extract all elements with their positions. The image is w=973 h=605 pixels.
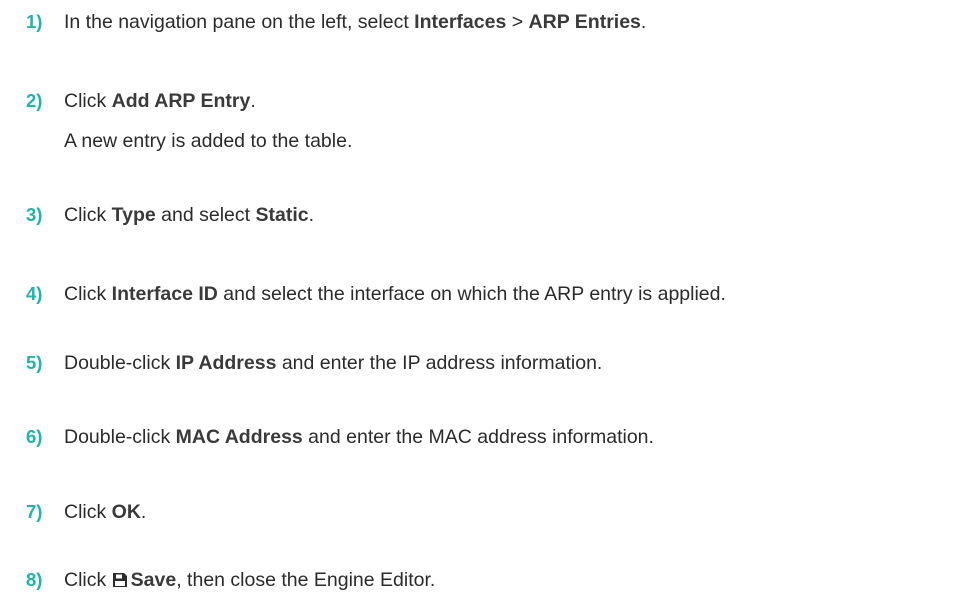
- step-text-part: , then close the Engine Editor.: [176, 569, 436, 591]
- step-number: 8): [26, 569, 43, 590]
- step-text-part: Click: [64, 204, 112, 226]
- step-text: Click Save, then close the Engine Editor…: [64, 568, 435, 592]
- step-number: 4): [26, 283, 43, 304]
- ui-term-save: Save: [130, 569, 177, 591]
- step-text-part: Double-click: [64, 426, 176, 448]
- ui-term-type: Type: [111, 204, 156, 226]
- step-text-part: .: [308, 204, 315, 226]
- step-number: 1): [26, 11, 43, 32]
- step-text-part: In the navigation pane on the left, sele…: [64, 11, 415, 33]
- ui-term-interfaces: Interfaces: [414, 11, 507, 33]
- step-text: Click Interface ID and select the interf…: [64, 282, 726, 306]
- step-text-part: .: [640, 11, 647, 33]
- step-text: Click OK.: [64, 500, 146, 524]
- step-number: 2): [26, 90, 43, 111]
- step-text-part: Click: [64, 501, 112, 523]
- step-text: Click Add ARP Entry. A new entry is adde…: [64, 89, 352, 153]
- ui-term-static: Static: [255, 204, 309, 226]
- step-number: 6): [26, 426, 43, 447]
- step-text-part: and select: [155, 204, 256, 226]
- step-number: 7): [26, 501, 43, 522]
- step-text-part: Double-click: [64, 352, 176, 374]
- step-text-part: >: [506, 11, 529, 33]
- step-text-part: and enter the MAC address information.: [302, 426, 654, 448]
- step-text-part: Click: [64, 569, 112, 591]
- step-result: A new entry is added to the table.: [64, 130, 353, 152]
- step-text: Click Type and select Static.: [64, 203, 314, 227]
- step-number: 5): [26, 352, 43, 373]
- ui-term-ip-address: IP Address: [175, 352, 277, 374]
- ui-term-add-arp-entry: Add ARP Entry: [111, 90, 251, 112]
- ui-term-mac-address: MAC Address: [175, 426, 303, 448]
- procedure-steps: 1) In the navigation pane on the left, s…: [0, 0, 973, 605]
- step-text: In the navigation pane on the left, sele…: [64, 10, 646, 34]
- step-text-part: .: [250, 90, 256, 112]
- step-number: 3): [26, 204, 43, 225]
- step-text-part: Click: [64, 90, 112, 112]
- step-text: Double-click IP Address and enter the IP…: [64, 351, 602, 375]
- ui-term-interface-id: Interface ID: [111, 283, 218, 305]
- ui-term-arp-entries: ARP Entries: [528, 11, 641, 33]
- step-text: Double-click MAC Address and enter the M…: [64, 425, 654, 449]
- step-text-part: and enter the IP address information.: [276, 352, 603, 374]
- step-text-part: .: [140, 501, 147, 523]
- step-text-part: Click: [64, 283, 112, 305]
- save-icon: [112, 573, 127, 587]
- step-text-part: and select the interface on which the AR…: [217, 283, 726, 305]
- ui-term-ok: OK: [111, 501, 141, 523]
